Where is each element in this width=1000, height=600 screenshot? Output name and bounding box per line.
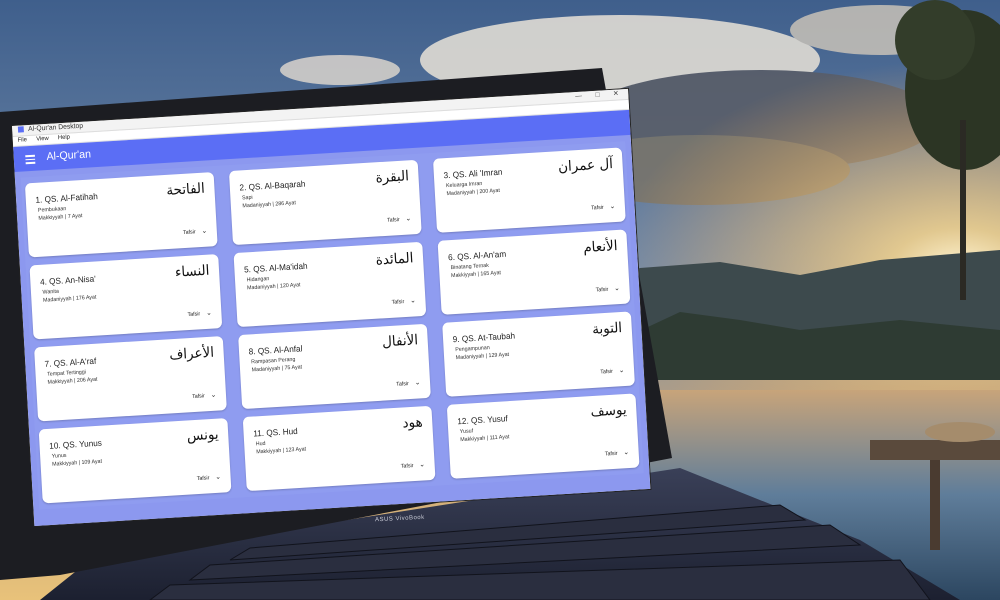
tafsir-button[interactable]: Tafsir	[401, 463, 414, 470]
surah-meta: Madaniyyah | 200 Ayat	[446, 187, 501, 198]
tafsir-button[interactable]: Tafsir	[387, 217, 400, 224]
surah-meaning: Hud	[255, 440, 266, 448]
surah-meaning: Sapi	[241, 194, 253, 202]
surah-card[interactable]: 4. QS. An-Nisa' النساء Wanita Madaniyyah | …	[29, 254, 223, 340]
hamburger-menu-icon[interactable]	[25, 154, 36, 167]
surah-card[interactable]: 7. QS. Al-A'raf الأعراف Tempat Tertinggi Ma…	[34, 336, 227, 422]
surah-meta: Madaniyyah | 286 Ayat	[242, 200, 297, 210]
surah-meta: Makkiyyah | 206 Ayat	[47, 376, 98, 386]
tafsir-button[interactable]: Tafsir	[187, 311, 200, 318]
surah-card[interactable]: 6. QS. Al-An'am الأنعام Binatang Ternak Mak…	[437, 229, 631, 315]
surah-arabic-name: البقرة	[375, 168, 410, 187]
surah-arabic-name: التوبة	[591, 320, 623, 338]
tafsir-button[interactable]: Tafsir	[192, 393, 205, 400]
surah-arabic-name: يوسف	[590, 402, 628, 421]
surah-meta: Makkiyyah | 123 Ayat	[256, 446, 307, 456]
surah-card[interactable]: 8. QS. Al-Anfal الأنفال Rampasan Perang Mad…	[238, 323, 431, 410]
surah-card[interactable]: 10. QS. Yunus يونس Yunus Makkiyyah | 109 Ay…	[38, 418, 232, 504]
tafsir-button[interactable]: Tafsir	[197, 475, 210, 482]
chevron-down-icon[interactable]: ⌄	[614, 284, 620, 292]
surah-card[interactable]: 3. QS. Ali 'Imran آل عمران Keluarga Imran M…	[432, 147, 626, 233]
app-title: Al-Qur'an	[46, 148, 92, 164]
surah-meaning: Yunus	[51, 452, 67, 460]
surah-title: 5. QS. Al-Ma'idah	[243, 260, 308, 275]
chevron-down-icon[interactable]: ⌄	[210, 391, 217, 399]
tafsir-button[interactable]: Tafsir	[396, 381, 409, 388]
surah-card[interactable]: 1. QS. Al-Fatihah الفاتحة Pembukaan Makkiyy…	[24, 172, 218, 258]
surah-meaning: Pembukaan	[37, 206, 67, 214]
surah-title: 10. QS. Yunus	[48, 437, 103, 451]
surah-meaning: Tempat Tertinggi	[47, 369, 87, 378]
tafsir-button[interactable]: Tafsir	[596, 287, 609, 294]
chevron-down-icon[interactable]: ⌄	[410, 296, 416, 304]
surah-meta: Madaniyyah | 176 Ayat	[42, 294, 97, 304]
surah-title: 1. QS. Al-Fatihah	[35, 191, 99, 205]
surah-title: 11. QS. Hud	[252, 425, 298, 439]
surah-title: 4. QS. An-Nisa'	[39, 273, 96, 287]
surah-title: 3. QS. Ali 'Imran	[443, 166, 503, 181]
tafsir-button[interactable]: Tafsir	[605, 451, 618, 458]
surah-card[interactable]: 2. QS. Al-Baqarah البقرة Sapi Madaniyyah | …	[228, 159, 422, 246]
surah-meaning: Wanita	[42, 288, 60, 296]
surah-arabic-name: الأنفال	[381, 332, 419, 351]
surah-meaning: Yusuf	[459, 428, 474, 436]
surah-meta: Makkiyyah | 111 Ayat	[460, 434, 510, 444]
surah-title: 2. QS. Al-Baqarah	[239, 178, 306, 193]
window-controls[interactable]: — □ ✕	[575, 89, 625, 102]
surah-arabic-name: النساء	[174, 262, 210, 281]
chevron-down-icon[interactable]: ⌄	[419, 460, 425, 468]
surah-meta: Makkiyyah | 165 Ayat	[450, 270, 502, 280]
surah-meaning: Keluarga Imran	[445, 180, 483, 190]
surah-card[interactable]: 5. QS. Al-Ma'idah المائدة Hidangan Madaniyy…	[233, 241, 427, 328]
surah-arabic-name: الفاتحة	[165, 180, 206, 199]
surah-meta: Makkiyyah | 109 Ayat	[52, 458, 103, 468]
surah-title: 9. QS. At-Taubah	[452, 330, 516, 345]
surah-meta: Madaniyyah | 120 Ayat	[246, 282, 301, 292]
surah-meaning: Hidangan	[246, 276, 270, 284]
surah-arabic-name: هود	[402, 414, 424, 432]
surah-card[interactable]: 11. QS. Hud هود Hud Makkiyyah | 123 Ayat Taf…	[242, 405, 436, 492]
chevron-down-icon[interactable]: ⌄	[415, 378, 421, 386]
tafsir-button[interactable]: Tafsir	[600, 369, 613, 376]
laptop-screen: Al-Qur'an Desktop — □ ✕ File View Help A…	[12, 88, 651, 526]
tafsir-button[interactable]: Tafsir	[183, 229, 196, 236]
surah-title: 8. QS. Al-Anfal	[248, 343, 303, 357]
chevron-down-icon[interactable]: ⌄	[215, 473, 221, 481]
menu-help[interactable]: Help	[58, 135, 70, 142]
surah-meta: Makkiyyah | 7 Ayat	[38, 213, 83, 222]
menu-view[interactable]: View	[36, 136, 49, 143]
surah-arabic-name: الأعراف	[168, 344, 215, 364]
surah-meta: Madaniyyah | 129 Ayat	[455, 351, 510, 362]
surah-arabic-name: آل عمران	[557, 156, 614, 176]
surah-meta: Madaniyyah | 75 Ayat	[251, 364, 303, 374]
surah-title: 6. QS. Al-An'am	[447, 248, 507, 263]
tafsir-button[interactable]: Tafsir	[591, 205, 604, 212]
chevron-down-icon[interactable]: ⌄	[201, 227, 207, 235]
surah-card[interactable]: 9. QS. At-Taubah التوبة Pengampunan Madaniy…	[442, 311, 635, 397]
chevron-down-icon[interactable]: ⌄	[405, 214, 411, 222]
surah-title: 12. QS. Yusuf	[457, 413, 508, 427]
surah-grid: 1. QS. Al-Fatihah الفاتحة Pembukaan Makkiyy…	[20, 141, 644, 510]
chevron-down-icon[interactable]: ⌄	[623, 448, 629, 456]
surah-arabic-name: المائدة	[375, 250, 414, 269]
surah-meaning: Pengampunan	[455, 345, 490, 354]
surah-arabic-name: الأنعام	[582, 238, 618, 257]
window-title: Al-Qur'an Desktop	[27, 122, 84, 134]
surah-title: 7. QS. Al-A'raf	[44, 355, 97, 369]
chevron-down-icon[interactable]: ⌄	[619, 366, 625, 374]
surah-card[interactable]: 12. QS. Yusuf يوسف Yusuf Makkiyyah | 111 Ay…	[446, 393, 640, 479]
chevron-down-icon[interactable]: ⌄	[609, 202, 615, 210]
menu-file[interactable]: File	[17, 137, 27, 144]
chevron-down-icon[interactable]: ⌄	[206, 309, 212, 317]
tafsir-button[interactable]: Tafsir	[391, 299, 404, 306]
surah-meaning: Binatang Ternak	[450, 262, 490, 272]
app-icon	[17, 126, 24, 133]
surah-arabic-name: يونس	[186, 426, 220, 445]
